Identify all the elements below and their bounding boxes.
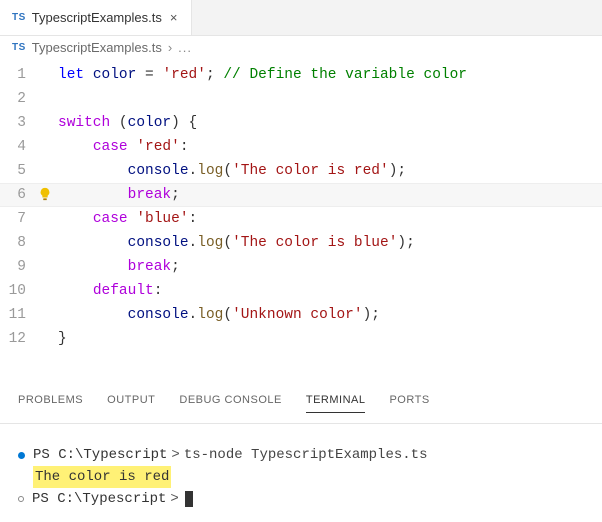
line-number: 6 (0, 183, 40, 207)
code-line: 3 switch (color) { (0, 111, 602, 135)
code-line: 7 case 'blue': (0, 207, 602, 231)
code-line: 2 (0, 87, 602, 111)
terminal-line: PS C:\Typescript> (18, 488, 584, 510)
line-number: 1 (0, 63, 40, 87)
tab-filename: TypescriptExamples.ts (32, 10, 162, 25)
code-line: 1 let color = 'red'; // Define the varia… (0, 63, 602, 87)
breadcrumb[interactable]: TS TypescriptExamples.ts › ... (0, 36, 602, 59)
breadcrumb-filename: TypescriptExamples.ts (32, 40, 162, 55)
code-editor[interactable]: 1 let color = 'red'; // Define the varia… (0, 59, 602, 351)
line-number: 2 (0, 87, 40, 111)
code-line: 5 console.log('The color is red'); (0, 159, 602, 183)
line-number: 8 (0, 231, 40, 255)
tab-output[interactable]: OUTPUT (107, 394, 155, 413)
tab-problems[interactable]: PROBLEMS (18, 394, 83, 413)
line-number: 7 (0, 207, 40, 231)
code-line: 9 break; (0, 255, 602, 279)
terminal-prompt: PS C:\Typescript (32, 488, 166, 510)
code-line: 12 } (0, 327, 602, 351)
idle-terminal-dot-icon (18, 496, 24, 502)
terminal-line: PS C:\Typescript> ts-node TypescriptExam… (18, 444, 584, 466)
terminal-prompt: PS C:\Typescript (33, 444, 167, 466)
tab-bar: TS TypescriptExamples.ts × (0, 0, 602, 36)
typescript-file-icon: TS (12, 12, 26, 23)
terminal-line: The color is red (18, 466, 584, 488)
line-number: 3 (0, 111, 40, 135)
line-number: 12 (0, 327, 40, 351)
code-line: 10 default: (0, 279, 602, 303)
chevron-right-icon: › (168, 40, 172, 55)
terminal-command: ts-node TypescriptExamples.ts (184, 444, 428, 466)
terminal-panel[interactable]: PS C:\Typescript> ts-node TypescriptExam… (0, 426, 602, 510)
line-number: 10 (0, 279, 40, 303)
active-terminal-dot-icon (18, 452, 25, 459)
line-number: 11 (0, 303, 40, 327)
editor-tab[interactable]: TS TypescriptExamples.ts × (0, 0, 192, 35)
tab-debug-console[interactable]: DEBUG CONSOLE (179, 394, 281, 413)
tab-terminal[interactable]: TERMINAL (306, 394, 366, 413)
close-icon[interactable]: × (168, 11, 180, 24)
tab-ports[interactable]: PORTS (389, 394, 429, 413)
line-number: 4 (0, 135, 40, 159)
code-line: 6 break; (0, 183, 602, 207)
code-line: 11 console.log('Unknown color'); (0, 303, 602, 327)
code-line: 4 case 'red': (0, 135, 602, 159)
lightbulb-icon[interactable] (38, 187, 52, 201)
line-number: 9 (0, 255, 40, 279)
panel-tab-bar: PROBLEMS OUTPUT DEBUG CONSOLE TERMINAL P… (0, 394, 602, 424)
terminal-cursor (185, 491, 193, 507)
breadcrumb-more[interactable]: ... (178, 40, 192, 55)
terminal-output-highlighted: The color is red (33, 466, 171, 488)
line-number: 5 (0, 159, 40, 183)
code-line: 8 console.log('The color is blue'); (0, 231, 602, 255)
typescript-file-icon: TS (12, 42, 26, 53)
